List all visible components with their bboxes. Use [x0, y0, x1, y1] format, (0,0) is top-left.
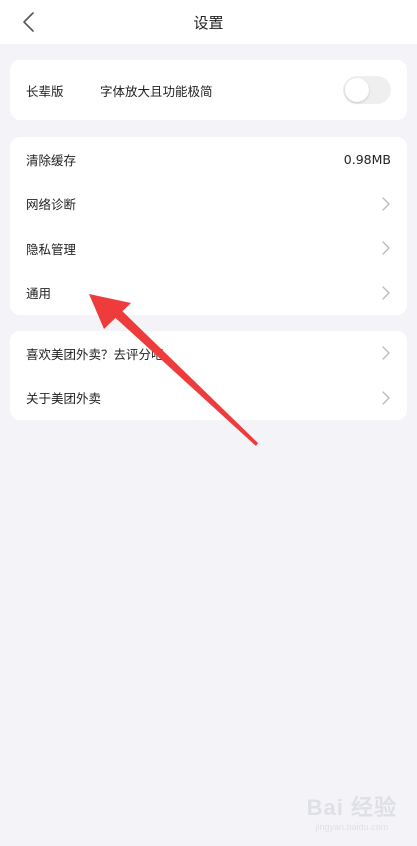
general-row[interactable]: 通用 — [10, 271, 407, 316]
privacy-management-row[interactable]: 隐私管理 — [10, 226, 407, 271]
rate-app-label: 喜欢美团外卖？去评分吧 — [26, 346, 164, 362]
chevron-right-icon — [382, 346, 390, 360]
chevron-right-icon — [382, 391, 390, 405]
about-group-card: 喜欢美团外卖？去评分吧 关于美团外卖 — [10, 331, 407, 420]
senior-mode-toggle[interactable] — [343, 76, 391, 104]
annotation-arrow — [89, 294, 258, 446]
senior-mode-description: 字体放大且功能极简 — [100, 83, 213, 99]
toggle-knob — [345, 78, 369, 102]
clear-cache-row[interactable]: 清除缓存 0.98MB — [10, 137, 407, 182]
privacy-management-label: 隐私管理 — [26, 241, 77, 257]
settings-group-card: 清除缓存 0.98MB 网络诊断 隐私管理 通用 — [10, 137, 407, 315]
general-label: 通用 — [26, 286, 52, 302]
senior-mode-card: 长辈版 字体放大且功能极简 — [10, 60, 407, 120]
chevron-right-icon — [382, 241, 390, 255]
network-diagnosis-label: 网络诊断 — [26, 197, 77, 213]
senior-mode-row: 长辈版 字体放大且功能极简 — [10, 60, 407, 120]
rate-app-row[interactable]: 喜欢美团外卖？去评分吧 — [10, 331, 407, 376]
about-app-row[interactable]: 关于美团外卖 — [10, 376, 407, 421]
watermark-logo: Bai 经验 — [306, 795, 397, 820]
watermark-url: jingyan.baidu.com — [315, 822, 389, 832]
chevron-right-icon — [382, 286, 390, 300]
cache-size-value: 0.98MB — [343, 151, 391, 167]
page-title: 设置 — [193, 14, 224, 32]
watermark: Bai 经验 jingyan.baidu.com — [307, 790, 397, 832]
chevron-right-icon — [382, 197, 390, 211]
about-app-label: 关于美团外卖 — [26, 391, 102, 407]
clear-cache-label: 清除缓存 — [26, 152, 77, 168]
senior-mode-label: 长辈版 — [26, 83, 64, 99]
nav-bar: 设置 — [0, 0, 417, 44]
network-diagnosis-row[interactable]: 网络诊断 — [10, 182, 407, 227]
